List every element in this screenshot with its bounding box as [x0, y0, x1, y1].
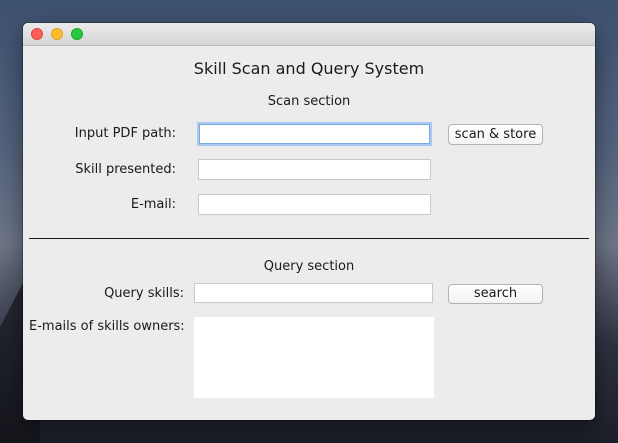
skill-owners-textarea[interactable]	[194, 317, 434, 398]
email-field[interactable]	[198, 194, 431, 215]
scan-store-button[interactable]: scan & store	[448, 124, 543, 145]
skill-presented-label: Skill presented:	[75, 162, 176, 177]
query-section-label: Query section	[263, 259, 355, 274]
window-titlebar[interactable]	[23, 23, 595, 46]
app-window: Skill Scan and Query System Scan section…	[23, 23, 595, 420]
scan-section-label: Scan section	[267, 94, 351, 109]
maximize-window-button[interactable]	[71, 28, 83, 40]
close-window-button[interactable]	[31, 28, 43, 40]
pdf-path-label: Input PDF path:	[74, 126, 176, 141]
query-skills-label: Query skills:	[104, 286, 184, 301]
query-skills-input[interactable]	[194, 283, 433, 303]
minimize-window-button[interactable]	[51, 28, 63, 40]
skill-owners-label: E-mails of skills owners:	[29, 319, 185, 334]
page-title: Skill Scan and Query System	[193, 59, 425, 78]
skill-presented-field[interactable]	[198, 159, 431, 180]
email-label: E-mail:	[130, 197, 176, 212]
pdf-path-input[interactable]	[199, 124, 430, 144]
search-button[interactable]: search	[448, 284, 543, 304]
section-divider	[29, 238, 589, 239]
